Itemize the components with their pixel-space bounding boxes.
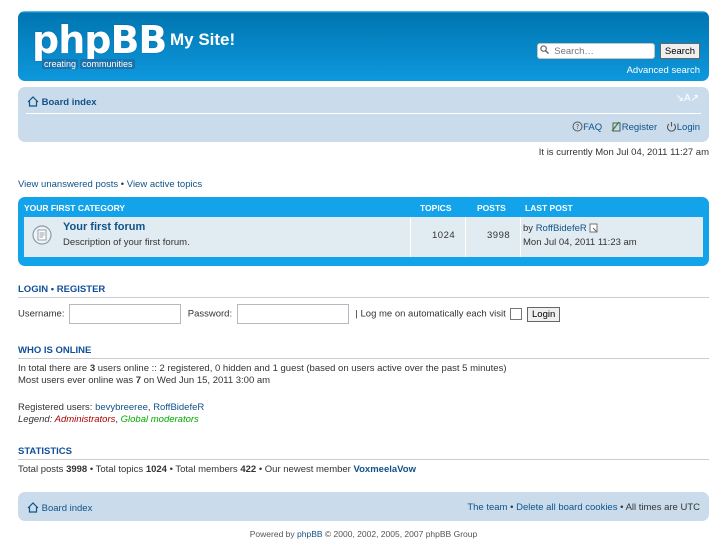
auto-login-label: | Log me on automatically each visit	[355, 308, 506, 320]
login-link[interactable]: Login	[666, 122, 700, 133]
breadcrumb: Board index	[27, 96, 97, 108]
auto-login-checkbox[interactable]	[510, 308, 523, 320]
logo-tagline: creating communities	[42, 59, 135, 69]
advanced-search-link[interactable]: Advanced search	[627, 65, 700, 76]
divider	[465, 217, 466, 257]
board-statistics: Total posts 3998 • Total topics 1024 • T…	[18, 464, 416, 475]
site-header: phpBB creating communities My Site! Searc…	[18, 11, 709, 81]
forum-topics-count: 1024	[432, 230, 456, 241]
legend-global-moderators[interactable]: Global moderators	[121, 414, 199, 425]
last-post-author[interactable]: RoffBidefeR	[536, 223, 587, 234]
forum-read-icon	[32, 225, 52, 245]
divider	[18, 459, 709, 460]
register-heading-link[interactable]: Register	[57, 284, 106, 295]
footer-breadcrumb: Board index	[27, 502, 92, 514]
login-heading: Login • Register	[18, 284, 106, 295]
footer-board-index-link[interactable]: Board index	[42, 503, 93, 514]
power-icon	[666, 122, 676, 132]
footer-links: The team • Delete all board cookies • Al…	[467, 502, 700, 513]
phpbb-logo[interactable]: phpBB creating communities	[32, 21, 174, 77]
user-link[interactable]: RoffBidefeR	[153, 402, 204, 413]
forum-category-box: Your first category Topics Posts Last po…	[18, 197, 709, 266]
password-field[interactable]	[236, 304, 349, 324]
search-button[interactable]: Search	[659, 43, 700, 59]
statistics-heading: Statistics	[18, 446, 73, 457]
divider	[26, 113, 701, 114]
help-icon: ?	[572, 121, 583, 132]
user-links: ? FAQ Register Login	[566, 121, 700, 133]
svg-text:?: ?	[576, 123, 580, 131]
col-posts: Posts	[477, 203, 506, 213]
col-lastpost: Last post	[525, 203, 573, 213]
logo-text: phpBB	[32, 18, 167, 62]
forum-description: Description of your first forum.	[63, 237, 190, 248]
register-icon	[611, 121, 621, 132]
search-box: Search	[537, 43, 700, 59]
search-input[interactable]	[537, 43, 656, 59]
registered-users: Registered users: bevybreeree, RoffBidef…	[18, 402, 205, 425]
login-button[interactable]: Login	[527, 306, 561, 322]
password-label: Password:	[187, 308, 233, 320]
faq-link[interactable]: ? FAQ	[572, 121, 602, 133]
who-is-online-heading: Who is online	[18, 345, 92, 356]
forum-posts-count: 3998	[487, 230, 511, 241]
category-title[interactable]: Your first category	[24, 203, 125, 213]
quick-login-form: Username: Password: | Log me on automati…	[18, 304, 561, 324]
team-link[interactable]: The team	[467, 502, 507, 513]
divider	[18, 297, 709, 298]
home-icon	[27, 502, 39, 513]
col-topics: Topics	[420, 203, 452, 213]
login-heading-link[interactable]: Login	[18, 284, 48, 295]
current-time: It is currently Mon Jul 04, 2011 11:27 a…	[538, 147, 709, 158]
legend-administrators[interactable]: Administrators	[55, 414, 116, 425]
breadcrumb-board-index[interactable]: Board index	[42, 97, 97, 108]
forum-row: Your first forum Description of your fir…	[24, 217, 703, 257]
divider	[410, 217, 411, 257]
forum-last-post: by RoffBidefeR Mon Jul 04, 2011 11:23 am	[523, 223, 637, 248]
phpbb-link[interactable]: phpBB	[297, 529, 323, 539]
divider	[520, 217, 521, 257]
forum-category-header: Your first category Topics Posts Last po…	[18, 197, 709, 217]
newest-member-link[interactable]: VoxmeelaVow	[354, 464, 416, 475]
home-icon	[27, 96, 39, 107]
navbar: Board index ↘A↗ ? FAQ Register Login	[18, 87, 709, 142]
view-unanswered-link[interactable]: View unanswered posts	[18, 179, 118, 190]
site-name: My Site!	[170, 30, 236, 49]
view-active-link[interactable]: View active topics	[127, 179, 202, 190]
last-post-time: Mon Jul 04, 2011 11:23 am	[523, 237, 637, 248]
search-icon	[540, 45, 550, 54]
delete-cookies-link[interactable]: Delete all board cookies	[516, 502, 617, 513]
user-link[interactable]: bevybreeree	[95, 402, 148, 413]
powered-by: Powered by phpBB © 2000, 2002, 2005, 200…	[249, 529, 478, 539]
divider	[18, 358, 709, 359]
font-size-toggle[interactable]: ↘A↗	[676, 93, 699, 104]
register-link[interactable]: Register	[611, 121, 657, 133]
view-links: View unanswered posts • View active topi…	[18, 179, 203, 190]
username-field[interactable]	[69, 304, 182, 324]
view-latest-post-icon[interactable]	[589, 223, 599, 233]
username-label: Username:	[18, 308, 65, 320]
online-stats: In total there are 3 users online :: 2 r…	[18, 363, 507, 386]
forum-title[interactable]: Your first forum	[63, 221, 145, 233]
footer-navbar: Board index The team • Delete all board …	[18, 492, 709, 521]
